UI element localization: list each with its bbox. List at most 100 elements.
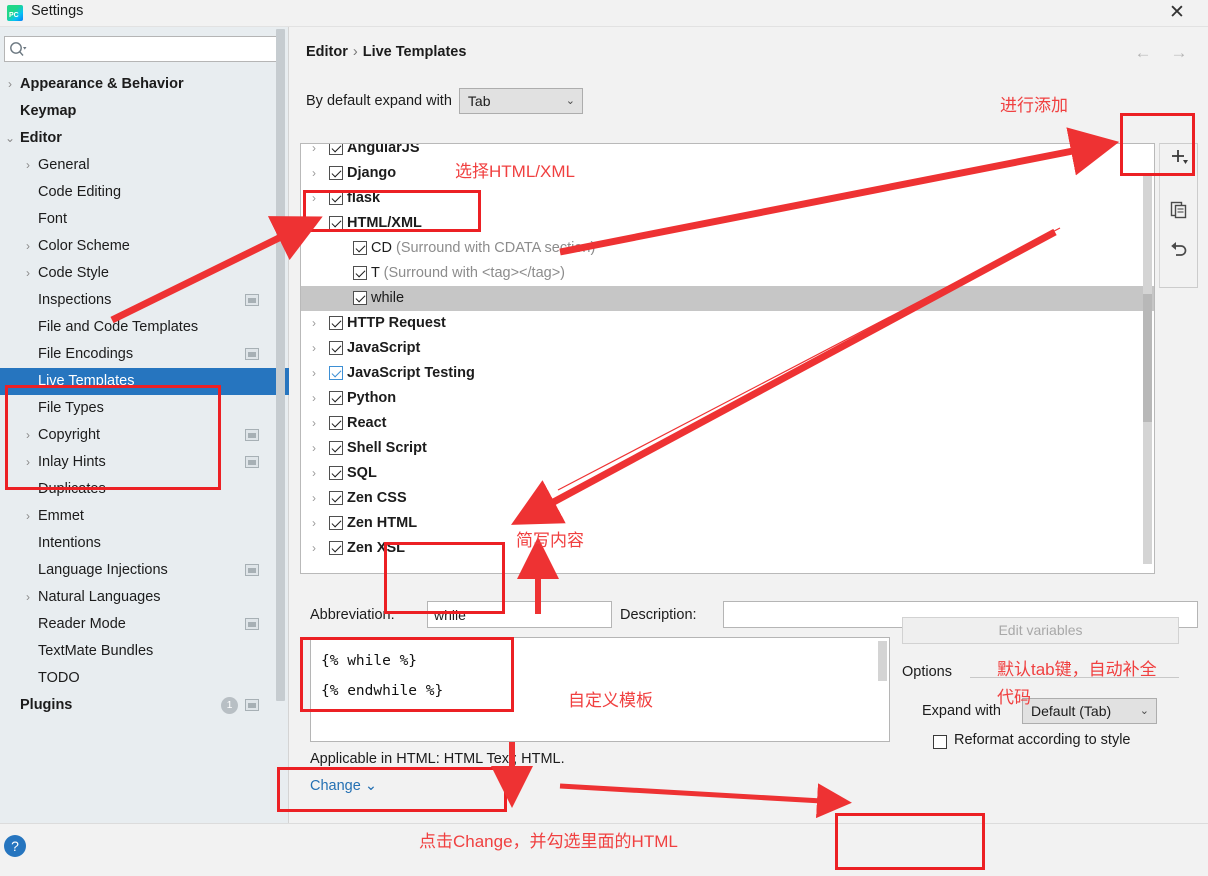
chevron-right-icon[interactable]: › [307,336,321,361]
template-checkbox[interactable] [329,144,343,155]
sidebar-item-plugins[interactable]: Plugins 1 [0,692,272,719]
chevron-right-icon[interactable]: › [22,449,34,476]
sidebar-item-file-types[interactable]: File Types [0,395,272,422]
chevron-right-icon[interactable]: › [307,161,321,186]
search-box[interactable] [4,36,281,62]
edit-variables-button[interactable]: Edit variables [902,617,1179,644]
revert-template-button[interactable] [1160,236,1197,272]
template-checkbox[interactable] [353,266,367,280]
chevron-down-icon[interactable]: ⌄ [307,211,321,236]
template-tree-row[interactable]: ⌄ HTML/XML [301,211,1154,236]
template-tree-scrollbar[interactable] [1143,174,1152,564]
sidebar-item-file-encodings[interactable]: File Encodings [0,341,272,368]
chevron-right-icon[interactable]: › [307,536,321,561]
sidebar-item-duplicates[interactable]: Duplicates [0,476,272,503]
template-tree-row[interactable]: while [301,286,1154,311]
chevron-right-icon[interactable]: › [22,233,34,260]
sidebar-item-emmet[interactable]: › Emmet [0,503,272,530]
sidebar-item-language-injections[interactable]: Language Injections [0,557,272,584]
template-checkbox[interactable] [329,416,343,430]
template-tree-row[interactable]: › Zen CSS [301,486,1154,511]
chevron-right-icon[interactable]: › [307,511,321,536]
abbreviation-input[interactable] [427,601,612,628]
template-checkbox[interactable] [329,391,343,405]
copy-template-button[interactable] [1160,197,1197,233]
template-text-area[interactable]: {% while %} {% endwhile %} [310,637,890,742]
sidebar-item-editor[interactable]: ⌄ Editor [0,125,272,152]
template-tree-row[interactable]: › Python [301,386,1154,411]
sidebar-item-code-editing[interactable]: Code Editing [0,179,272,206]
template-checkbox[interactable] [329,441,343,455]
back-icon[interactable]: ← [1129,41,1157,65]
sidebar-item-color-scheme[interactable]: › Color Scheme [0,233,272,260]
template-tree-row[interactable]: › Zen XSL [301,536,1154,561]
template-checkbox[interactable] [329,541,343,555]
sidebar-item-keymap[interactable]: Keymap [0,98,272,125]
chevron-right-icon[interactable]: › [22,422,34,449]
sidebar-item-inspections[interactable]: Inspections [0,287,272,314]
template-checkbox[interactable] [329,366,343,380]
close-icon[interactable]: ✕ [1162,1,1192,25]
reformat-checkbox[interactable] [933,735,947,749]
template-checkbox[interactable] [353,291,367,305]
chevron-right-icon[interactable]: › [307,436,321,461]
sidebar-item-appearance-behavior[interactable]: › Appearance & Behavior [0,71,272,98]
add-template-button[interactable] [1160,144,1197,180]
template-checkbox[interactable] [329,466,343,480]
chevron-right-icon[interactable]: › [22,260,34,287]
sidebar-item-copyright[interactable]: › Copyright [0,422,272,449]
template-checkbox[interactable] [329,191,343,205]
sidebar-item-inlay-hints[interactable]: › Inlay Hints [0,449,272,476]
chevron-right-icon[interactable]: › [4,71,16,98]
sidebar-item-intentions[interactable]: Intentions [0,530,272,557]
sidebar-item-natural-languages[interactable]: › Natural Languages [0,584,272,611]
template-checkbox[interactable] [329,216,343,230]
forward-icon[interactable]: → [1165,41,1193,65]
template-checkbox[interactable] [353,241,367,255]
template-tree-row[interactable]: › flask [301,186,1154,211]
template-tree-row[interactable]: › HTTP Request [301,311,1154,336]
sidebar-item-code-style[interactable]: › Code Style [0,260,272,287]
search-input[interactable] [29,37,279,61]
chevron-right-icon[interactable]: › [307,461,321,486]
template-tree-row[interactable]: T (Surround with <tag></tag>) [301,261,1154,286]
chevron-right-icon[interactable]: › [307,361,321,386]
template-checkbox[interactable] [329,341,343,355]
template-checkbox[interactable] [329,166,343,180]
chevron-right-icon[interactable]: › [307,311,321,336]
default-expand-combo[interactable]: Tab ⌄ [458,88,583,115]
chevron-down-icon[interactable]: ⌄ [4,125,16,152]
sidebar-item-reader-mode[interactable]: Reader Mode [0,611,272,638]
chevron-right-icon[interactable]: › [307,411,321,436]
template-tree-row[interactable]: › Django [301,161,1154,186]
template-tree-row[interactable]: › JavaScript Testing [301,361,1154,386]
chevron-right-icon[interactable]: › [22,584,34,611]
template-tree-row[interactable]: CD (Surround with CDATA section) [301,236,1154,261]
template-tree-row[interactable]: › React [301,411,1154,436]
chevron-right-icon[interactable]: › [307,144,321,161]
sidebar-item-font[interactable]: Font [0,206,272,233]
sidebar-item-live-templates[interactable]: Live Templates [0,368,289,395]
sidebar-item-file-and-code-templates[interactable]: File and Code Templates [0,314,272,341]
template-tree-row[interactable]: › AngularJS [301,144,1154,161]
chevron-right-icon[interactable]: › [307,486,321,511]
template-checkbox[interactable] [329,316,343,330]
template-tree-row[interactable]: › Shell Script [301,436,1154,461]
template-tree-row[interactable]: › JavaScript [301,336,1154,361]
template-tree-row[interactable]: › SQL [301,461,1154,486]
chevron-right-icon[interactable]: › [307,386,321,411]
chevron-right-icon[interactable]: › [22,503,34,530]
reformat-checkbox-row[interactable]: Reformat according to style [933,732,1131,749]
template-text-scrollbar[interactable] [878,641,887,681]
sidebar-item-textmate-bundles[interactable]: TextMate Bundles [0,638,272,665]
sidebar-item-general[interactable]: › General [0,152,272,179]
sidebar-item-todo[interactable]: TODO [0,665,272,692]
template-group-tree[interactable]: › AngularJS › Django › flask ⌄ HTML/XML CD (Surr… [300,143,1155,574]
breadcrumb-parent[interactable]: Editor [306,44,348,60]
template-tree-row[interactable]: › Zen HTML [301,511,1154,536]
chevron-right-icon[interactable]: › [307,186,321,211]
chevron-right-icon[interactable]: › [22,152,34,179]
template-checkbox[interactable] [329,491,343,505]
template-checkbox[interactable] [329,516,343,530]
help-icon[interactable]: ? [4,835,26,857]
